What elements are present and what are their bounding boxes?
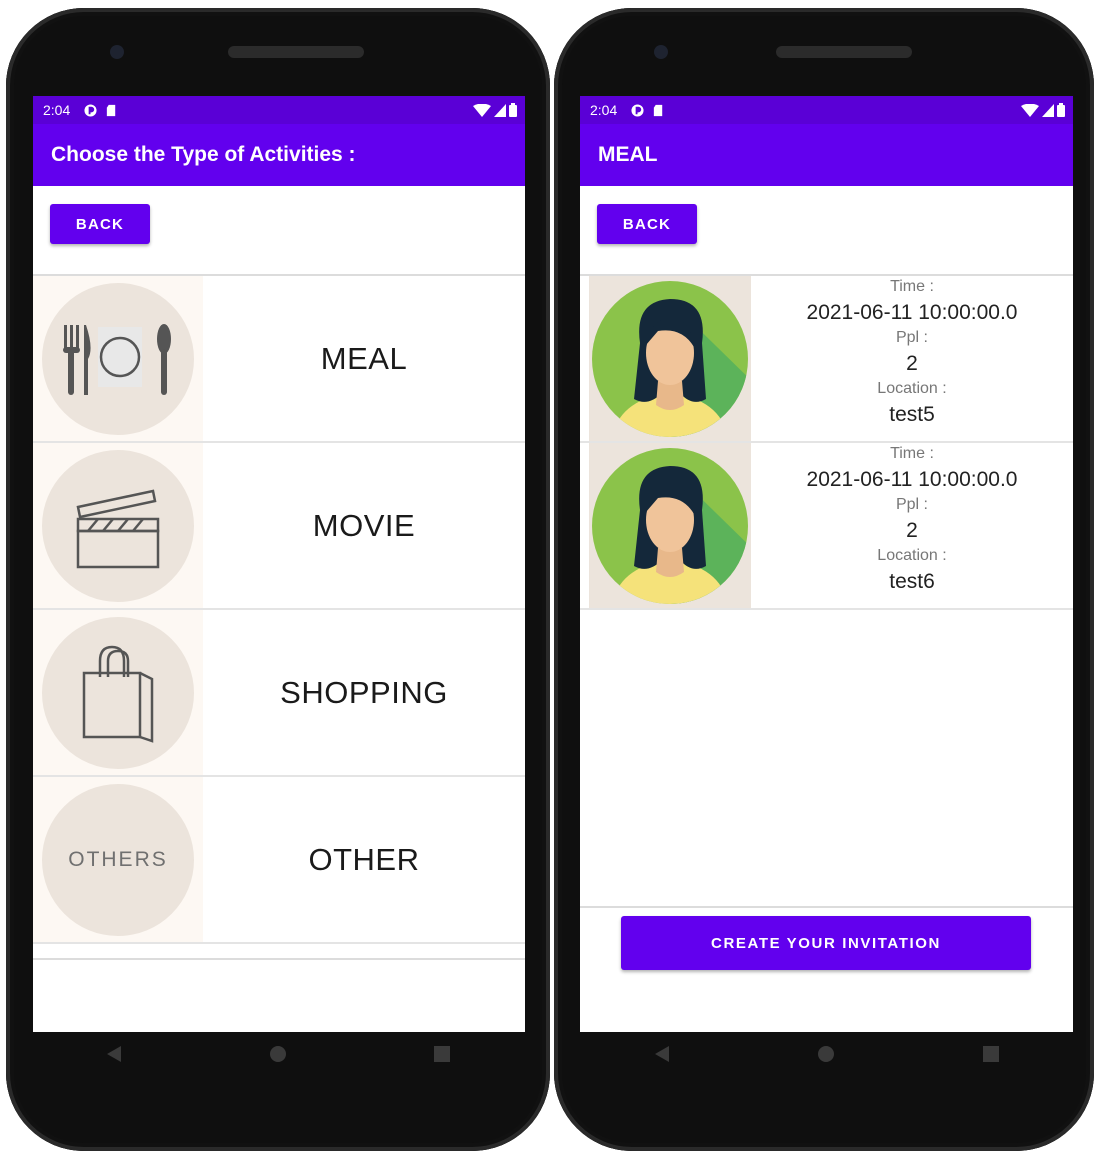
wifi-icon — [1021, 103, 1039, 117]
invitation-details: Time : 2021-06-11 10:00:00.0 Ppl : 2 Loc… — [751, 276, 1073, 441]
signal-icon — [1042, 103, 1054, 117]
time-label: Time : — [890, 278, 934, 295]
notification-icon — [631, 103, 644, 117]
app-bar: Choose the Type of Activities : — [33, 124, 525, 186]
avatar — [589, 276, 751, 441]
status-bar: 2:04 — [33, 96, 525, 124]
create-invitation-button[interactable]: CREATE YOUR INVITATION — [621, 916, 1031, 970]
status-time: 2:04 — [43, 102, 71, 118]
battery-icon — [1057, 103, 1065, 117]
time-label: Time : — [890, 445, 934, 462]
navigation-bar — [32, 1026, 524, 1082]
page-title: Choose the Type of Activities : — [51, 143, 356, 166]
ppl-value: 2 — [906, 352, 918, 375]
activity-row-movie[interactable]: MOVIE — [33, 443, 525, 610]
activity-label: SHOPPING — [280, 674, 448, 710]
back-nav-icon[interactable] — [105, 1045, 123, 1063]
location-label: Location : — [877, 547, 947, 564]
activity-image — [33, 276, 203, 441]
list-divider — [580, 906, 1073, 908]
back-button[interactable]: BACK — [597, 204, 697, 244]
earpiece-speaker — [776, 46, 912, 58]
front-camera — [654, 45, 668, 59]
status-time: 2:04 — [590, 102, 618, 118]
earpiece-speaker — [228, 46, 364, 58]
activity-row-other[interactable]: OTHERS OTHER — [33, 777, 525, 944]
sd-card-icon — [107, 104, 116, 116]
activity-label: OTHER — [308, 841, 420, 877]
wifi-icon — [473, 103, 491, 117]
location-value: test5 — [889, 403, 935, 426]
avatar — [589, 443, 751, 608]
invitation-row[interactable]: Time : 2021-06-11 10:00:00.0 Ppl : 2 Loc… — [580, 276, 1073, 443]
right-phone-frame: 2:04 MEAL BACK Time: 2021-06-11 10:00:0… — [554, 8, 1094, 1151]
page-title: MEAL — [598, 143, 658, 166]
recents-nav-icon[interactable] — [433, 1045, 451, 1063]
activity-row-meal[interactable]: MEAL — [33, 276, 525, 443]
activity-label: MEAL — [320, 340, 408, 376]
meal-icon — [63, 323, 171, 395]
navigation-bar — [580, 1026, 1073, 1082]
activity-label: MOVIE — [312, 507, 416, 543]
list-end-row — [33, 944, 525, 960]
invitation-row[interactable]: Time : 2021-06-11 10:00:00.0 Ppl : 2 Loc… — [580, 443, 1073, 610]
home-nav-icon[interactable] — [269, 1045, 287, 1063]
back-nav-icon[interactable] — [653, 1045, 671, 1063]
right-screen: 2:04 MEAL BACK Time: 2021-06-11 10:00:0… — [580, 96, 1073, 1032]
left-phone-frame: 2:04 Choose the Type of Activities : BAC… — [6, 8, 550, 1151]
activity-image — [33, 610, 203, 775]
avatar-woman-icon — [592, 280, 748, 437]
toolbar-area: BACK — [33, 186, 525, 276]
app-bar: MEAL — [580, 124, 1073, 186]
time-value: 2021-06-11 10:00:00.0 — [806, 301, 1018, 324]
battery-icon — [509, 103, 517, 117]
ppl-label: Ppl : — [895, 496, 928, 513]
toolbar-area: BACK — [580, 186, 1073, 276]
notification-icon — [84, 103, 97, 117]
recents-nav-icon[interactable] — [982, 1045, 1000, 1063]
status-bar: 2:04 — [580, 96, 1073, 124]
signal-icon — [494, 103, 506, 117]
back-button[interactable]: BACK — [50, 204, 150, 244]
activity-image: OTHERS — [33, 777, 203, 942]
activity-row-shopping[interactable]: SHOPPING — [33, 610, 525, 777]
avatar-woman-icon — [592, 447, 748, 604]
sd-card-icon — [654, 104, 663, 116]
left-screen: 2:04 Choose the Type of Activities : BAC… — [33, 96, 525, 1032]
location-value: test6 — [889, 570, 935, 593]
front-camera — [110, 45, 124, 59]
clapperboard-icon — [76, 489, 160, 568]
activity-image — [33, 443, 203, 608]
location-label: Location : — [877, 380, 947, 397]
others-icon-text: OTHERS — [68, 847, 168, 871]
ppl-value: 2 — [906, 519, 918, 542]
time-value: 2021-06-11 10:00:00.0 — [806, 468, 1018, 491]
shopping-bag-icon — [82, 645, 154, 743]
home-nav-icon[interactable] — [817, 1045, 835, 1063]
others-icon: OTHERS — [42, 783, 194, 936]
invitation-details: Time : 2021-06-11 10:00:00.0 Ppl : 2 Loc… — [751, 443, 1073, 608]
ppl-label: Ppl : — [895, 329, 928, 346]
